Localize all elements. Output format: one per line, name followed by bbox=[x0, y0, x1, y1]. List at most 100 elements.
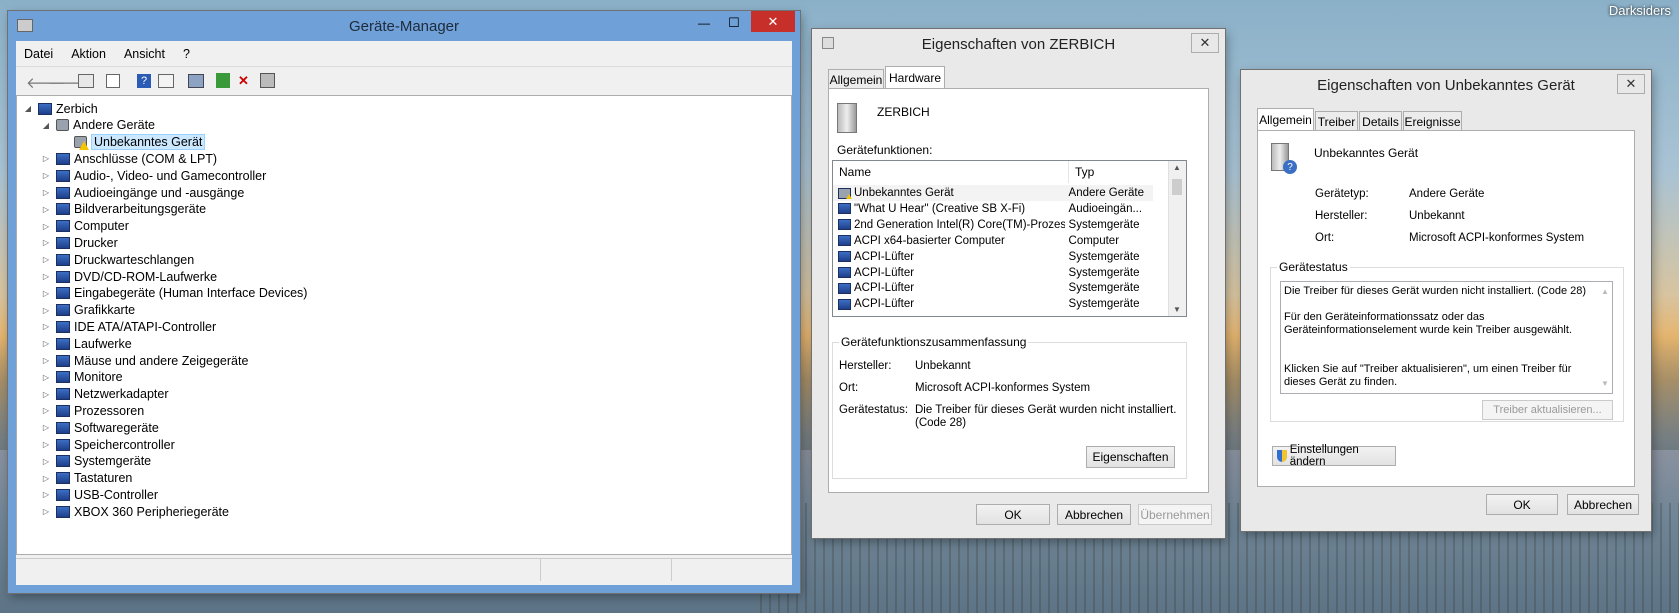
tree-category-andere-geraete[interactable]: ◢ Andere Geräte bbox=[41, 117, 155, 134]
device-icon bbox=[838, 219, 851, 231]
tree-category-item[interactable]: ▷ Audioeingänge und -ausgänge bbox=[41, 184, 244, 201]
table-row[interactable]: Unbekanntes Gerät Andere Geräte bbox=[833, 185, 1153, 201]
table-row[interactable]: ACPI-Lüfter Systemgeräte bbox=[833, 280, 1153, 296]
tree-category-item[interactable]: ▷ Mäuse und andere Zeigegeräte bbox=[41, 352, 249, 369]
show-hide-console-icon[interactable] bbox=[78, 74, 94, 88]
device-manager-titlebar[interactable]: Geräte-Manager bbox=[8, 11, 800, 41]
update-driver-icon[interactable] bbox=[216, 73, 230, 88]
tree-category-item[interactable]: ▷ Prozessoren bbox=[41, 402, 144, 419]
tree-category-item[interactable]: ▷ Tastaturen bbox=[41, 470, 132, 487]
tree-category-item[interactable]: ▷ Druckwarteschlangen bbox=[41, 251, 194, 268]
row-name: "What U Hear" (Creative SB X-Fi) bbox=[854, 202, 1026, 215]
column-header-type[interactable]: Typ bbox=[1070, 161, 1155, 183]
list-scrollbar[interactable]: ▲ ▼ bbox=[1168, 161, 1186, 316]
zerbich-titlebar[interactable]: Eigenschaften von ZERBICH bbox=[812, 29, 1225, 59]
expand-arrow-icon[interactable]: ▷ bbox=[41, 272, 51, 281]
details-view-icon[interactable] bbox=[158, 74, 174, 88]
change-settings-button[interactable]: Einstellungen ändern bbox=[1272, 444, 1396, 468]
status-textbox[interactable]: Die Treiber für dieses Gerät wurden nich… bbox=[1280, 281, 1613, 394]
unknown-close-button[interactable]: ✕ bbox=[1617, 74, 1645, 94]
zerbich-ok-button[interactable]: OK bbox=[976, 504, 1050, 525]
tree-category-item[interactable]: ▷ Systemgeräte bbox=[41, 453, 151, 470]
zerbich-tab-allgemein[interactable]: Allgemein bbox=[828, 69, 884, 89]
tree-category-item[interactable]: ▷ USB-Controller bbox=[41, 486, 158, 503]
expand-arrow-icon[interactable]: ▷ bbox=[41, 474, 51, 483]
unknown-device-properties-window: Eigenschaften von Unbekanntes Gerät ✕ Al… bbox=[1241, 70, 1651, 531]
unknown-tab-treiber[interactable]: Treiber bbox=[1315, 111, 1358, 131]
status-scrollbar[interactable]: ▲ ▼ bbox=[1598, 282, 1612, 393]
properties-button[interactable]: Eigenschaften bbox=[1086, 446, 1175, 468]
scan-hardware-icon[interactable] bbox=[188, 74, 204, 88]
maximize-button[interactable]: ☐ bbox=[720, 13, 748, 33]
tree-category-item[interactable]: ▷ Softwaregeräte bbox=[41, 419, 159, 436]
unknown-tab-allgemein[interactable]: Allgemein bbox=[1257, 108, 1314, 131]
tree-category-item[interactable]: ▷ Netzwerkadapter bbox=[41, 386, 169, 403]
tree-root-zerbich[interactable]: ◢ Zerbich bbox=[23, 100, 98, 117]
unknown-titlebar[interactable]: Eigenschaften von Unbekanntes Gerät bbox=[1241, 70, 1651, 100]
tree-category-item[interactable]: ▷ Eingabegeräte (Human Interface Devices) bbox=[41, 285, 308, 302]
table-row[interactable]: ACPI-Lüfter Systemgeräte bbox=[833, 249, 1153, 265]
column-header-name[interactable]: Name bbox=[833, 161, 1069, 183]
expand-arrow-icon[interactable]: ▷ bbox=[41, 356, 51, 365]
menu-datei[interactable]: Datei bbox=[24, 47, 53, 61]
tree-category-item[interactable]: ▷ Laufwerke bbox=[41, 335, 132, 352]
tree-category-item[interactable]: ▷ Anschlüsse (COM & LPT) bbox=[41, 150, 217, 167]
unknown-tab-details[interactable]: Details bbox=[1359, 111, 1402, 131]
zerbich-cancel-button[interactable]: Abbrechen bbox=[1057, 504, 1131, 525]
table-row[interactable]: "What U Hear" (Creative SB X-Fi) Audioein… bbox=[833, 201, 1153, 217]
unknown-cancel-button[interactable]: Abbrechen bbox=[1567, 494, 1639, 515]
properties-icon[interactable] bbox=[106, 74, 120, 88]
tree-category-item[interactable]: ▷ Computer bbox=[41, 218, 129, 235]
tree-category-item[interactable]: ▷ Drucker bbox=[41, 234, 118, 251]
expand-arrow-icon[interactable]: ▷ bbox=[41, 322, 51, 331]
table-row[interactable]: ACPI-Lüfter Systemgeräte bbox=[833, 296, 1153, 312]
collapse-arrow-icon[interactable]: ◢ bbox=[23, 104, 33, 113]
tree-item-unbekanntes-geraet[interactable]: Unbekanntes Gerät bbox=[59, 134, 206, 151]
menu-ansicht[interactable]: Ansicht bbox=[124, 47, 165, 61]
expand-arrow-icon[interactable]: ▷ bbox=[41, 205, 51, 214]
menu-help[interactable]: ? bbox=[183, 47, 190, 61]
unknown-ok-button[interactable]: OK bbox=[1486, 494, 1558, 515]
expand-arrow-icon[interactable]: ▷ bbox=[41, 154, 51, 163]
tree-category-item[interactable]: ▷ Speichercontroller bbox=[41, 436, 175, 453]
tree-category-item[interactable]: ▷ Bildverarbeitungsgeräte bbox=[41, 201, 206, 218]
expand-arrow-icon[interactable]: ▷ bbox=[41, 490, 51, 499]
expand-arrow-icon[interactable]: ▷ bbox=[41, 339, 51, 348]
expand-arrow-icon[interactable]: ▷ bbox=[41, 457, 51, 466]
zerbich-apply-button[interactable]: Übernehmen bbox=[1138, 504, 1212, 525]
tree-category-item[interactable]: ▷ IDE ATA/ATAPI-Controller bbox=[41, 318, 216, 335]
list-scroll-thumb[interactable] bbox=[1172, 179, 1182, 195]
expand-arrow-icon[interactable]: ▷ bbox=[41, 222, 51, 231]
help-icon[interactable]: ? bbox=[137, 74, 151, 88]
expand-arrow-icon[interactable]: ▷ bbox=[41, 238, 51, 247]
expand-arrow-icon[interactable]: ▷ bbox=[41, 306, 51, 315]
zerbich-tab-hardware[interactable]: Hardware bbox=[885, 66, 945, 89]
unknown-tab-ereignisse[interactable]: Ereignisse bbox=[1403, 111, 1462, 131]
disable-device-icon[interactable] bbox=[260, 73, 275, 88]
expand-arrow-icon[interactable]: ▷ bbox=[41, 171, 51, 180]
table-row[interactable]: ACPI x64-basierter Computer Computer bbox=[833, 233, 1153, 249]
tree-category-item[interactable]: ▷ XBOX 360 Peripheriegeräte bbox=[41, 503, 229, 520]
close-button[interactable]: ✕ bbox=[751, 11, 795, 32]
tree-category-item[interactable]: ▷ DVD/CD-ROM-Laufwerke bbox=[41, 268, 217, 285]
table-row[interactable]: ACPI-Lüfter Systemgeräte bbox=[833, 265, 1153, 281]
expand-arrow-icon[interactable]: ▷ bbox=[41, 188, 51, 197]
expand-arrow-icon[interactable]: ▷ bbox=[41, 390, 51, 399]
update-driver-button[interactable]: Treiber aktualisieren... bbox=[1482, 400, 1613, 420]
expand-arrow-icon[interactable]: ▷ bbox=[41, 423, 51, 432]
expand-arrow-icon[interactable]: ▷ bbox=[41, 406, 51, 415]
expand-arrow-icon[interactable]: ▷ bbox=[41, 373, 51, 382]
tree-category-item[interactable]: ▷ Audio-, Video- und Gamecontroller bbox=[41, 167, 266, 184]
expand-arrow-icon[interactable]: ▷ bbox=[41, 289, 51, 298]
expand-arrow-icon[interactable]: ▷ bbox=[41, 507, 51, 516]
collapse-arrow-icon[interactable]: ◢ bbox=[41, 121, 51, 130]
tree-category-item[interactable]: ▷ Grafikkarte bbox=[41, 302, 135, 319]
uninstall-icon[interactable]: ✕ bbox=[238, 73, 253, 88]
zerbich-close-button[interactable]: ✕ bbox=[1191, 33, 1219, 53]
tree-category-item[interactable]: ▷ Monitore bbox=[41, 369, 123, 386]
expand-arrow-icon[interactable]: ▷ bbox=[41, 440, 51, 449]
table-row[interactable]: 2nd Generation Intel(R) Core(TM)-Prozes s… bbox=[833, 217, 1153, 233]
menu-aktion[interactable]: Aktion bbox=[71, 47, 106, 61]
expand-arrow-icon[interactable]: ▷ bbox=[41, 255, 51, 264]
minimize-button[interactable]: — bbox=[690, 13, 718, 33]
